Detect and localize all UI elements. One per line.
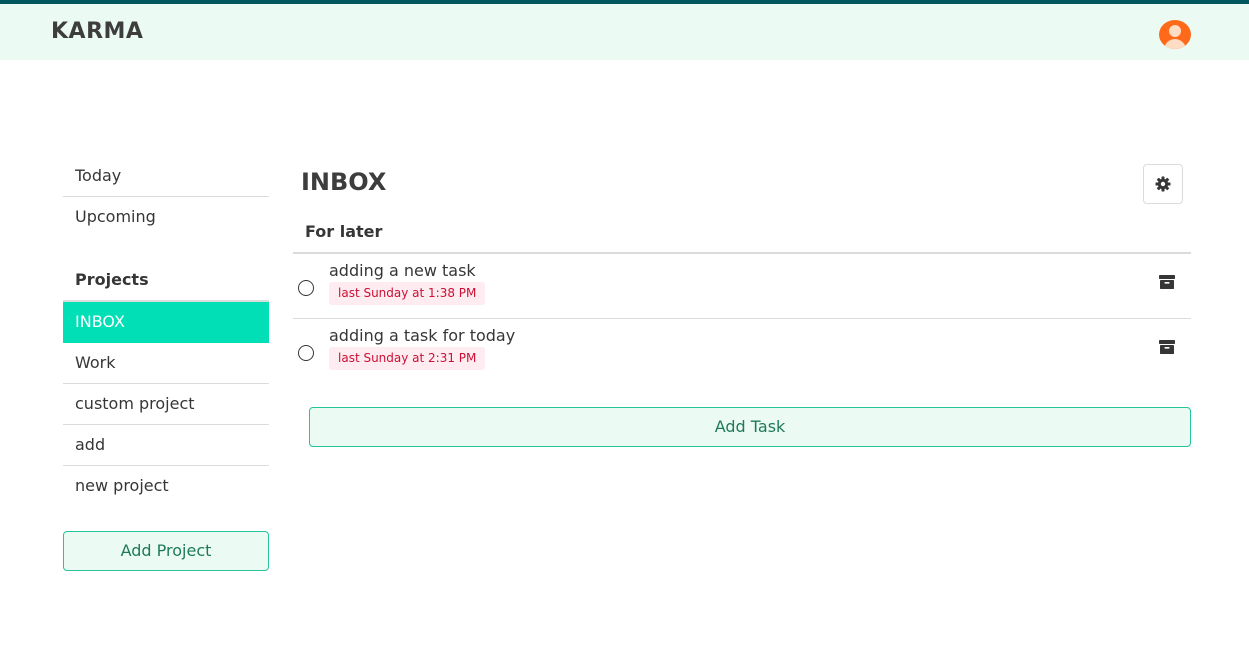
task-row: adding a new task last Sunday at 1:38 PM xyxy=(293,254,1191,319)
section-title: For later xyxy=(305,222,383,241)
task-complete-checkbox[interactable] xyxy=(298,345,314,361)
sidebar-item-today[interactable]: Today xyxy=(63,156,269,197)
sidebar-project-work[interactable]: Work xyxy=(63,343,269,384)
avatar-head xyxy=(1169,25,1181,37)
sidebar-project-custom-project[interactable]: custom project xyxy=(63,384,269,425)
task-row: adding a task for today last Sunday at 2… xyxy=(293,319,1191,383)
sidebar: Today Upcoming Projects INBOX Work custo… xyxy=(63,156,269,506)
add-project-button[interactable]: Add Project xyxy=(63,531,269,571)
user-avatar-icon[interactable] xyxy=(1159,20,1191,49)
sidebar-project-new-project[interactable]: new project xyxy=(63,466,269,506)
sidebar-project-inbox[interactable]: INBOX xyxy=(63,302,269,343)
project-settings-button[interactable] xyxy=(1143,164,1183,204)
navbar: KARMA xyxy=(0,4,1249,60)
task-name[interactable]: adding a new task xyxy=(329,261,476,280)
projects-heading: Projects xyxy=(63,260,269,302)
page-title: INBOX xyxy=(301,168,387,196)
brand-logo[interactable]: KARMA xyxy=(51,19,143,44)
task-name[interactable]: adding a task for today xyxy=(329,326,515,345)
task-due-tag: last Sunday at 2:31 PM xyxy=(329,347,486,370)
task-due-tag: last Sunday at 1:38 PM xyxy=(329,282,486,305)
avatar-shoulders xyxy=(1164,39,1186,49)
add-task-button[interactable]: Add Task xyxy=(309,407,1191,447)
archive-icon[interactable] xyxy=(1159,274,1175,290)
task-complete-checkbox[interactable] xyxy=(298,280,314,296)
sidebar-project-add[interactable]: add xyxy=(63,425,269,466)
archive-icon[interactable] xyxy=(1159,339,1175,355)
sidebar-item-upcoming[interactable]: Upcoming xyxy=(63,197,269,237)
gear-icon xyxy=(1155,176,1171,192)
